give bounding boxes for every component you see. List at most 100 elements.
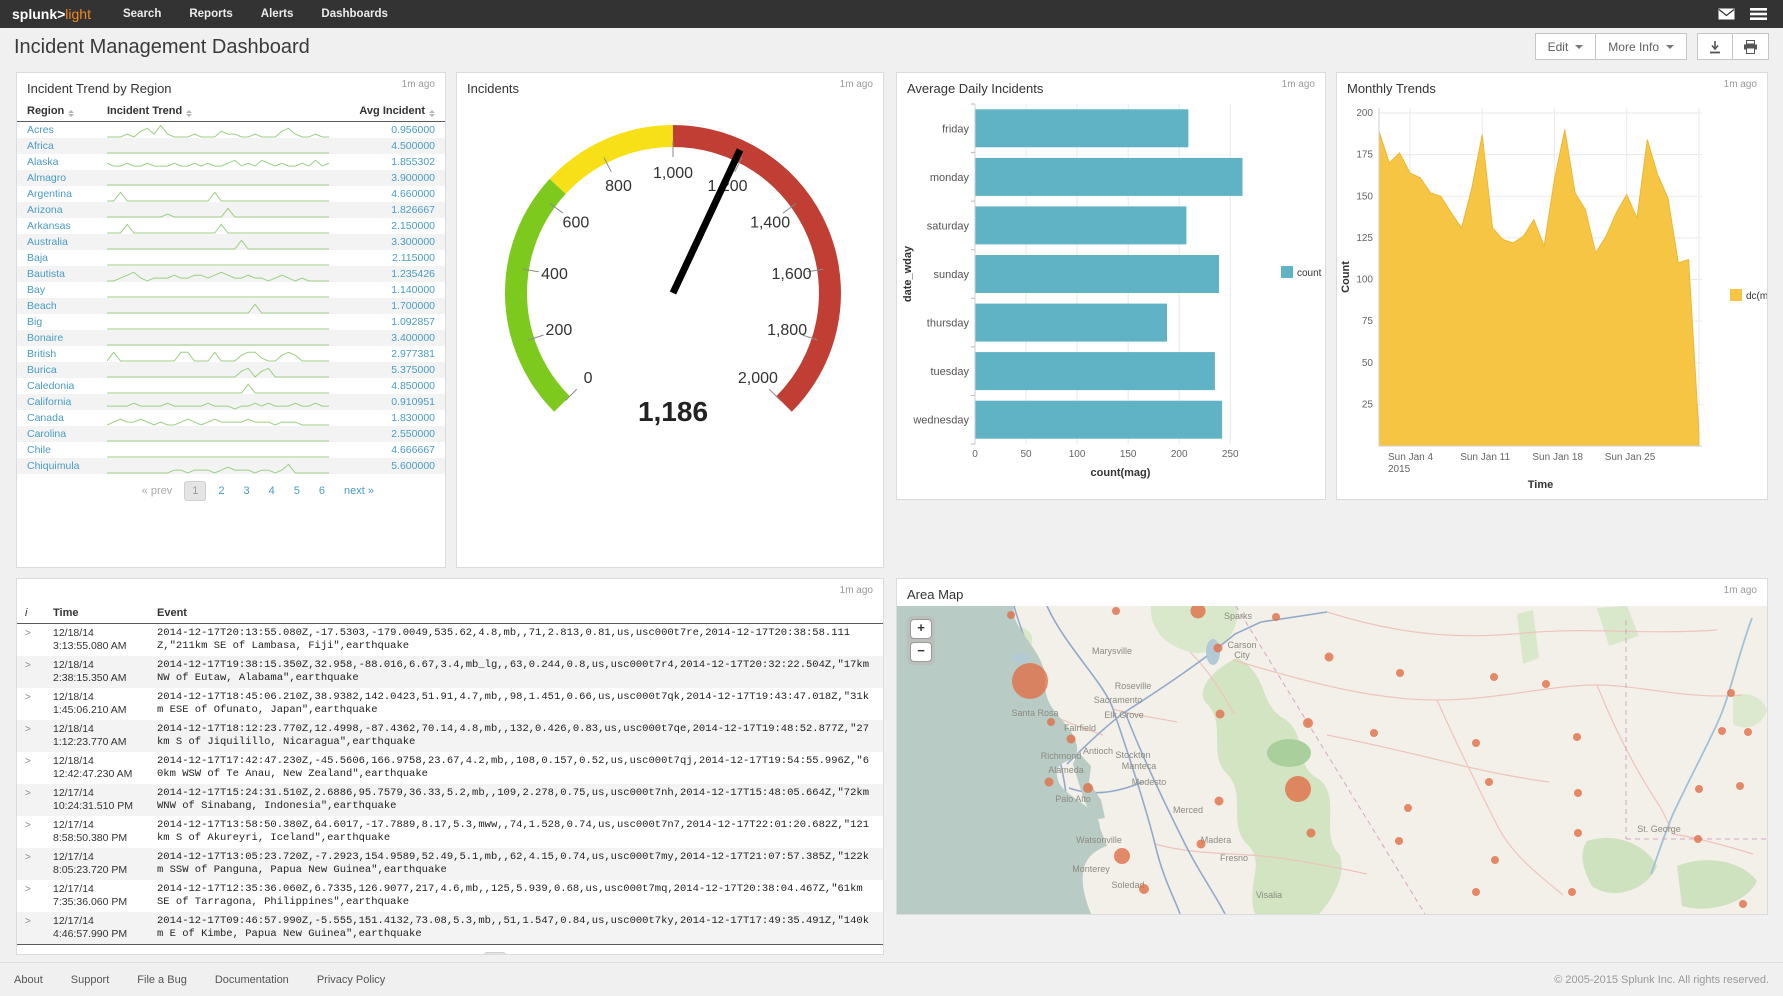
avg-incident-value[interactable]: 1.830000 <box>346 410 445 426</box>
events-pagination-page-3[interactable]: 3 <box>536 953 556 955</box>
footer-link-support[interactable]: Support <box>71 974 110 986</box>
avg-incident-value[interactable]: 1.092857 <box>346 314 445 330</box>
map-zoom-in-button[interactable]: + <box>910 619 932 639</box>
map-incident-marker[interactable] <box>1285 776 1311 802</box>
region-pagination-page-2[interactable]: 2 <box>211 482 231 500</box>
region-pagination-page-5[interactable]: 5 <box>287 482 307 500</box>
event-expand-arrow[interactable]: > <box>17 784 45 816</box>
region-name-link[interactable]: Almagro <box>17 170 97 186</box>
map-incident-marker[interactable] <box>1568 888 1576 896</box>
map-incident-marker[interactable] <box>1395 837 1403 845</box>
column-header-avg-incident[interactable]: Avg Incident <box>346 102 445 122</box>
bar-saturday[interactable] <box>975 206 1186 244</box>
map-incident-marker[interactable] <box>1694 835 1702 843</box>
map-incident-marker[interactable] <box>1485 778 1493 786</box>
bar-sunday[interactable] <box>975 255 1219 293</box>
map-incident-marker[interactable] <box>1307 829 1316 838</box>
bar-thursday[interactable] <box>975 304 1167 342</box>
region-name-link[interactable]: California <box>17 394 97 410</box>
events-pagination-page-10[interactable]: 10 <box>712 953 738 955</box>
export-button[interactable] <box>1697 33 1733 60</box>
events-pagination-page-2[interactable]: 2 <box>511 953 531 955</box>
avg-incident-value[interactable]: 3.900000 <box>346 170 445 186</box>
region-pagination-page-4[interactable]: 4 <box>262 482 282 500</box>
map-incident-marker[interactable] <box>1404 804 1412 812</box>
map-incident-marker[interactable] <box>1695 785 1703 793</box>
messages-icon[interactable] <box>1713 3 1739 25</box>
column-header-incident-trend[interactable]: Incident Trend <box>97 102 346 122</box>
event-expand-arrow[interactable]: > <box>17 656 45 688</box>
avg-incident-value[interactable]: 2.977381 <box>346 346 445 362</box>
events-pagination-page-4[interactable]: 4 <box>561 953 581 955</box>
map-incident-marker[interactable] <box>1573 733 1581 741</box>
event-expand-arrow[interactable]: > <box>17 752 45 784</box>
nav-item-alerts[interactable]: Alerts <box>247 0 308 28</box>
map-incident-marker[interactable] <box>1012 663 1048 699</box>
map-incident-marker[interactable] <box>1083 783 1093 793</box>
avg-incident-value[interactable]: 1.855302 <box>346 154 445 170</box>
footer-link-about[interactable]: About <box>14 974 43 986</box>
map-incident-marker[interactable] <box>1574 789 1582 797</box>
region-name-link[interactable]: Australia <box>17 234 97 250</box>
map-incident-marker[interactable] <box>1007 611 1015 619</box>
region-pagination-page-3[interactable]: 3 <box>237 482 257 500</box>
region-name-link[interactable]: Acres <box>17 122 97 139</box>
map-incident-marker[interactable] <box>1215 797 1224 806</box>
events-pagination-page-5[interactable]: 5 <box>586 953 606 955</box>
map-zoom-out-button[interactable]: − <box>910 642 932 662</box>
avg-incident-value[interactable]: 2.150000 <box>346 218 445 234</box>
avg-incident-value[interactable]: 5.600000 <box>346 458 445 474</box>
menu-icon[interactable] <box>1745 3 1771 25</box>
event-expand-arrow[interactable]: > <box>17 688 45 720</box>
region-name-link[interactable]: Arkansas <box>17 218 97 234</box>
region-name-link[interactable]: British <box>17 346 97 362</box>
map-incident-marker[interactable] <box>1325 653 1334 662</box>
region-name-link[interactable]: Big <box>17 314 97 330</box>
events-pagination-page-1[interactable]: 1 <box>484 952 506 955</box>
map-incident-marker[interactable] <box>1396 669 1404 677</box>
splunk-logo[interactable]: splunk>light <box>12 6 91 22</box>
avg-incident-value[interactable]: 3.300000 <box>346 234 445 250</box>
map-incident-marker[interactable] <box>1727 689 1735 697</box>
events-pagination-page-6[interactable]: 6 <box>611 953 631 955</box>
avg-incident-value[interactable]: 0.910951 <box>346 394 445 410</box>
map-incident-marker[interactable] <box>1718 727 1726 735</box>
avg-incident-value[interactable]: 5.375000 <box>346 362 445 378</box>
map-incident-marker[interactable] <box>1542 680 1550 688</box>
column-header-time[interactable]: Time <box>45 603 149 624</box>
region-name-link[interactable]: Bautista <box>17 266 97 282</box>
region-name-link[interactable]: Bay <box>17 282 97 298</box>
region-name-link[interactable]: Carolina <box>17 426 97 442</box>
map-incident-marker[interactable] <box>1139 884 1149 894</box>
events-pagination-page-8[interactable]: 8 <box>662 953 682 955</box>
nav-item-dashboards[interactable]: Dashboards <box>307 0 401 28</box>
region-name-link[interactable]: Chiquimula <box>17 458 97 474</box>
events-pagination-page-9[interactable]: 9 <box>687 953 707 955</box>
region-name-link[interactable]: Canada <box>17 410 97 426</box>
avg-incident-value[interactable]: 1.700000 <box>346 298 445 314</box>
column-header-region[interactable]: Region <box>17 102 97 122</box>
map-incident-marker[interactable] <box>1472 739 1480 747</box>
bar-tuesday[interactable] <box>975 352 1215 390</box>
avg-incident-value[interactable]: 2.115000 <box>346 250 445 266</box>
event-expand-arrow[interactable]: > <box>17 912 45 945</box>
map-canvas[interactable]: MarysvilleSparksCarsonCityRosevilleSacra… <box>897 606 1768 914</box>
map-incident-marker[interactable] <box>1216 710 1225 719</box>
region-pagination-page-1[interactable]: 1 <box>184 481 206 501</box>
map-incident-marker[interactable] <box>1114 848 1130 864</box>
bar-wednesday[interactable] <box>975 401 1222 439</box>
region-pagination-prev[interactable]: « prev <box>135 482 180 500</box>
map-incident-marker[interactable] <box>1047 718 1055 726</box>
avg-incident-value[interactable]: 4.660000 <box>346 186 445 202</box>
region-name-link[interactable]: Alaska <box>17 154 97 170</box>
avg-incident-value[interactable]: 1.826667 <box>346 202 445 218</box>
bar-friday[interactable] <box>975 109 1188 147</box>
map-incident-marker[interactable] <box>1112 607 1120 615</box>
region-name-link[interactable]: Burica <box>17 362 97 378</box>
print-button[interactable] <box>1733 33 1769 60</box>
footer-link-documentation[interactable]: Documentation <box>215 974 289 986</box>
map-incident-marker[interactable] <box>1370 729 1378 737</box>
bar-monday[interactable] <box>975 158 1243 196</box>
avg-incident-value[interactable]: 0.956000 <box>346 122 445 139</box>
region-name-link[interactable]: Africa <box>17 138 97 154</box>
